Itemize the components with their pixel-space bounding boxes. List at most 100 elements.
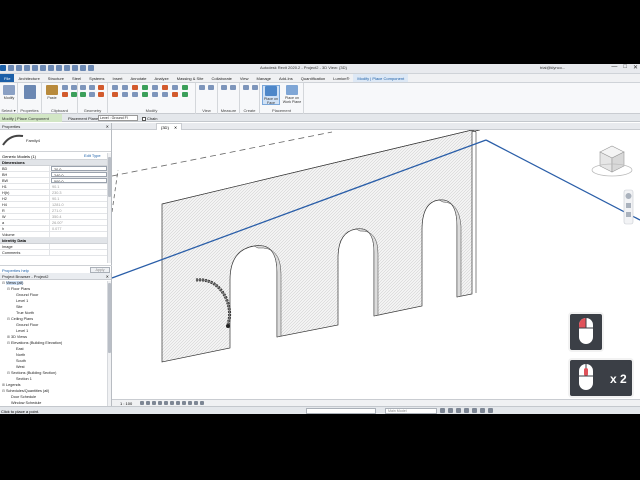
app-menu-icon[interactable] <box>0 65 6 71</box>
hide-icon[interactable] <box>199 85 205 90</box>
user-account[interactable]: trial@klynco... <box>540 65 565 70</box>
property-value[interactable]: 240.0 <box>51 172 107 177</box>
3d-viewport[interactable] <box>112 130 640 399</box>
tab-manage[interactable]: Manage <box>253 74 275 82</box>
trim-single-icon[interactable] <box>172 92 178 97</box>
filter-icon[interactable] <box>488 408 493 413</box>
tab-steel[interactable]: Steel <box>68 74 85 82</box>
close-button[interactable]: ✕ <box>633 64 638 71</box>
drag-on-selection-icon[interactable] <box>480 408 485 413</box>
select-links-icon[interactable] <box>448 408 453 413</box>
properties-close-button[interactable]: ✕ <box>106 124 109 129</box>
place-on-face-button[interactable]: Place on Face <box>262 85 280 105</box>
unpin-icon[interactable] <box>162 92 168 97</box>
copy-icon[interactable] <box>71 85 77 90</box>
measure-icon[interactable] <box>48 65 54 71</box>
visual-style-icon[interactable] <box>146 401 150 405</box>
pin-icon[interactable] <box>122 92 128 97</box>
measure-distance-icon[interactable] <box>221 85 227 90</box>
text-icon[interactable] <box>56 65 62 71</box>
rotate-icon[interactable] <box>172 85 178 90</box>
mirror-axis-icon[interactable] <box>132 85 138 90</box>
tab-collaborate[interactable]: Collaborate <box>207 74 235 82</box>
tab-annotate[interactable]: Annotate <box>127 74 151 82</box>
move-icon[interactable] <box>152 85 158 90</box>
browser-close-button[interactable]: ✕ <box>106 274 109 279</box>
open-icon[interactable] <box>8 65 14 71</box>
browser-scrollbar[interactable] <box>107 281 111 406</box>
3d-scene[interactable] <box>112 130 640 399</box>
pan-icon[interactable] <box>626 212 631 217</box>
tab-modify-place-component[interactable]: Modify | Place Component <box>353 74 409 82</box>
lock-view-icon[interactable] <box>182 401 186 405</box>
trim-icon[interactable] <box>182 85 188 90</box>
cope-tool-icon[interactable] <box>80 85 86 90</box>
tab-insert[interactable]: Insert <box>109 74 127 82</box>
tab-systems[interactable]: Systems <box>85 74 108 82</box>
type-selector[interactable]: Family4 <box>0 130 111 152</box>
minimize-button[interactable]: — <box>611 64 617 71</box>
properties-scrollbar[interactable] <box>107 153 111 263</box>
offset-icon[interactable] <box>122 85 128 90</box>
place-on-work-plane-button[interactable]: Place on Work Plane <box>282 85 302 105</box>
tab-quantification[interactable]: Quantification <box>297 74 329 82</box>
match-icon[interactable] <box>62 92 68 97</box>
sun-path-icon[interactable] <box>152 401 156 405</box>
reveal-hidden-icon[interactable] <box>194 401 198 405</box>
identity-value[interactable] <box>50 250 111 255</box>
copy-tool-icon[interactable] <box>162 85 168 90</box>
3d-view-icon[interactable] <box>64 65 70 71</box>
undo-icon[interactable] <box>24 65 30 71</box>
mirror-draw-icon[interactable] <box>142 85 148 90</box>
paste-button[interactable]: Paste <box>44 85 60 105</box>
tab-view[interactable]: View <box>236 74 253 82</box>
cut-geometry-icon[interactable] <box>89 85 95 90</box>
tab-analyze[interactable]: Analyze <box>151 74 173 82</box>
temp-hide-icon[interactable] <box>188 401 192 405</box>
analytical-model-icon[interactable] <box>200 401 204 405</box>
redo-icon[interactable] <box>32 65 38 71</box>
split-gap-icon[interactable] <box>182 92 188 97</box>
save-icon[interactable] <box>16 65 22 71</box>
identity-value[interactable] <box>50 244 111 249</box>
viewcube[interactable] <box>591 145 633 177</box>
property-value[interactable]: 500.0 <box>51 178 107 183</box>
dimension-icon[interactable] <box>230 85 236 90</box>
select-underlay-icon[interactable] <box>456 408 461 413</box>
properties-button[interactable] <box>22 85 38 105</box>
split-icon[interactable] <box>112 92 118 97</box>
render-icon[interactable] <box>164 401 168 405</box>
array-icon[interactable] <box>142 92 148 97</box>
editable-only-icon[interactable] <box>440 408 445 413</box>
tab-lumion[interactable]: Lumion® <box>329 74 353 82</box>
tab-file[interactable]: File <box>0 74 15 82</box>
split-face-icon[interactable] <box>80 92 86 97</box>
select-pinned-icon[interactable] <box>464 408 469 413</box>
steering-wheel-icon[interactable] <box>625 193 632 199</box>
view-tab-3d[interactable]: {3D} ✕ <box>156 123 183 130</box>
tab-add-ins[interactable]: Add-Ins <box>275 74 297 82</box>
arched-wall[interactable] <box>161 130 473 363</box>
tab-massing-site[interactable]: Massing & Site <box>173 74 208 82</box>
align-icon[interactable] <box>112 85 118 90</box>
shadows-icon[interactable] <box>158 401 162 405</box>
edit-type-button[interactable]: Edit Type <box>84 153 101 158</box>
scale-icon[interactable] <box>152 92 158 97</box>
crop-view-icon[interactable] <box>170 401 174 405</box>
zoom-icon[interactable] <box>626 203 631 208</box>
paint-icon[interactable] <box>89 92 95 97</box>
create-parts-icon[interactable] <box>243 85 249 90</box>
delete-icon[interactable] <box>132 92 138 97</box>
cut-icon[interactable] <box>62 85 68 90</box>
modify-button[interactable]: Modify <box>1 85 17 105</box>
show-crop-icon[interactable] <box>176 401 180 405</box>
close-hidden-icon[interactable] <box>88 65 94 71</box>
cope-icon[interactable] <box>71 92 77 97</box>
instance-filter-select[interactable]: Generic Models (1) <box>2 154 36 159</box>
section-icon[interactable] <box>72 65 78 71</box>
property-value[interactable]: 20.0 <box>51 166 107 171</box>
thin-lines-icon[interactable] <box>80 65 86 71</box>
tab-architecture[interactable]: Architecture <box>14 74 43 82</box>
print-icon[interactable] <box>40 65 46 71</box>
create-group-icon[interactable] <box>252 85 258 90</box>
